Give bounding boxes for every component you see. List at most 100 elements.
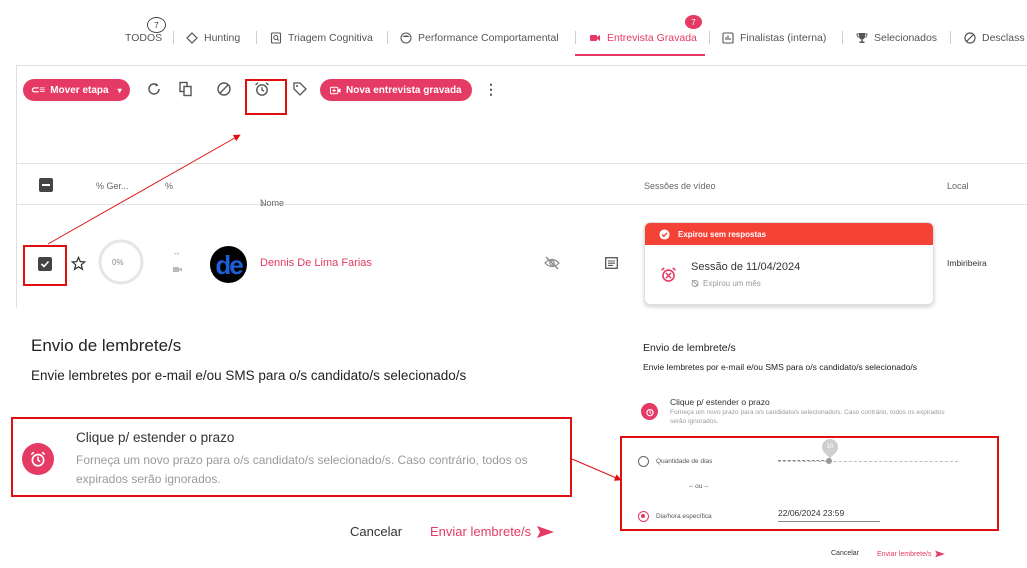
face-icon [400, 32, 412, 44]
tab-entrevista-badge: 7 [685, 15, 702, 29]
days-slider-value-bubble: 10 [818, 435, 842, 459]
active-tab-indicator [575, 54, 705, 56]
timer-off-icon [691, 279, 699, 287]
or-separator: -- ou -- [689, 483, 709, 490]
copy-icon [179, 81, 192, 97]
block-button[interactable] [214, 79, 234, 99]
tab-entrevista-gravada[interactable]: Entrevista Gravada [589, 30, 697, 46]
avatar[interactable]: de [210, 246, 247, 283]
tab-triagem[interactable]: Triagem Cognitiva [270, 30, 373, 46]
send-reminder-label: Enviar lembrete/s [430, 524, 532, 539]
move-stage-button[interactable]: ⊂≡ Mover etapa ▾ [23, 79, 130, 101]
video-icon [590, 35, 600, 41]
send-reminder-label-small: Enviar lembrete/s [877, 550, 932, 558]
video-cam-icon [173, 267, 182, 272]
tab-entrevista-label: Entrevista Gravada [607, 32, 697, 44]
tab-triagem-label: Triagem Cognitiva [288, 32, 373, 44]
minus-icon [42, 184, 50, 186]
header-score[interactable]: % [165, 181, 173, 191]
days-slider-thumb[interactable] [826, 458, 832, 464]
chart-icon [722, 32, 734, 44]
dialog-title-small: Envio de lembrete/s [643, 342, 736, 354]
extend-deadline-title: Clique p/ estender o prazo [76, 430, 235, 445]
block-icon [964, 32, 976, 44]
copy-button[interactable] [176, 79, 196, 99]
video-session-status-label: Expirou sem respostas [678, 229, 767, 239]
trophy-icon [856, 33, 868, 43]
send-reminder-button[interactable]: Enviar lembrete/s [430, 524, 555, 539]
tab-divider [387, 31, 388, 44]
candidate-name[interactable]: Dennis De Lima Farias [260, 257, 372, 269]
score-dash: -- [174, 249, 180, 258]
new-recorded-interview-button[interactable]: Nova entrevista gravada [320, 79, 472, 101]
eye-off-icon[interactable] [544, 256, 560, 270]
tab-selecionados[interactable]: Selecionados [856, 30, 937, 46]
refresh-icon [148, 83, 160, 95]
tab-todos-label: TODOS [125, 32, 163, 44]
extend-deadline-description-small: Forneça um novo prazo para o/s candidato… [670, 409, 945, 425]
send-icon [935, 550, 946, 558]
cancel-button[interactable]: Cancelar [350, 524, 402, 539]
tab-divider [173, 31, 174, 44]
tab-divider [842, 31, 843, 44]
send-reminder-button-small[interactable]: Enviar lembrete/s [877, 550, 946, 558]
tab-divider [709, 31, 710, 44]
header-video-sessions: Sessões de vídeo [644, 181, 716, 191]
block-icon [217, 82, 231, 96]
timer-icon [22, 443, 54, 475]
more-options-button[interactable]: ⋮ [481, 79, 501, 99]
cancel-button-small[interactable]: Cancelar [831, 550, 859, 557]
tab-divider [256, 31, 257, 44]
video-session-date: Sessão de 11/04/2024 [691, 261, 801, 273]
days-radio[interactable] [638, 456, 649, 467]
tab-selecionados-label: Selecionados [874, 32, 938, 44]
candidate-location: Imbiribeira [947, 258, 987, 268]
header-score-general[interactable]: % Ger... [96, 181, 129, 191]
datetime-label: Dia/hora específica [656, 513, 712, 520]
tab-desclassificados[interactable]: Desclass [964, 30, 1025, 46]
video-session-status: Expirou sem respostas [645, 223, 933, 245]
move-stage-label: Mover etapa [50, 84, 109, 96]
check-circle-icon [659, 228, 670, 240]
dialog-subtitle: Envie lembretes por e-mail e/ou SMS para… [31, 368, 467, 383]
select-all-checkbox[interactable] [39, 178, 53, 192]
tab-hunting-label: Hunting [204, 32, 241, 44]
tag-button[interactable] [290, 79, 310, 99]
avatar-logo: de [215, 249, 243, 280]
search-doc-icon [270, 32, 282, 44]
chevron-down-icon: ▾ [117, 85, 122, 95]
star-icon[interactable] [71, 256, 86, 271]
move-stage-icon: ⊂≡ [31, 84, 46, 96]
send-icon [537, 525, 555, 538]
table-header: % Ger... % Nome ↓ Sessões de vídeo Local [17, 163, 1027, 208]
dialog-subtitle-small: Envie lembretes por e-mail e/ou SMS para… [643, 362, 918, 372]
reminder-button-highlight [245, 79, 287, 115]
toolbar: ⊂≡ Mover etapa ▾ Nova entrevista gravada… [17, 66, 1027, 114]
video-session-card[interactable]: Expirou sem respostas Sessão de 11/04/20… [644, 222, 934, 305]
tab-finalistas-label: Finalistas (interna) [740, 32, 827, 44]
dialog-title: Envio de lembrete/s [31, 336, 182, 355]
days-slider-value: 10 [826, 444, 834, 450]
arrow-option-to-details [571, 458, 622, 481]
stage-tabs: 7 TODOS Hunting Triagem Cognitiva Perfor… [0, 0, 1027, 62]
tab-performance[interactable]: Performance Comportamental [400, 30, 559, 46]
tab-performance-label: Performance Comportamental [418, 32, 559, 44]
video-add-icon [330, 86, 341, 94]
row-checkbox-highlight [23, 245, 67, 286]
notes-icon[interactable] [605, 257, 618, 269]
tab-divider [575, 31, 576, 44]
video-session-expired: Expirou um mês [703, 279, 761, 288]
tab-todos[interactable]: TODOS [125, 30, 162, 46]
datetime-input[interactable]: 22/06/2024 23:59 [778, 508, 880, 522]
tag-icon [293, 82, 307, 96]
new-interview-label: Nova entrevista gravada [346, 84, 462, 96]
tab-hunting[interactable]: Hunting [186, 30, 240, 46]
refresh-button[interactable] [144, 79, 164, 99]
datetime-radio[interactable] [638, 511, 649, 522]
tab-finalistas[interactable]: Finalistas (interna) [722, 30, 826, 46]
timer-icon[interactable] [641, 403, 658, 420]
header-location[interactable]: Local [947, 181, 969, 191]
more-vert-icon: ⋮ [484, 81, 498, 97]
progress-value: 0% [112, 258, 124, 267]
extend-deadline-description: Forneça um novo prazo para o/s candidato… [76, 453, 528, 486]
